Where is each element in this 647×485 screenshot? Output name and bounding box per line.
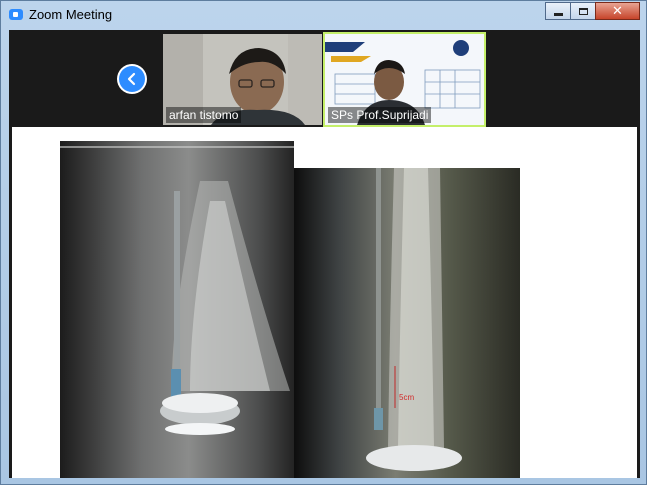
close-icon: ✕: [612, 3, 623, 19]
meeting-area: arfan tistomo SPs Prof.Suprijadi 5cm: [9, 30, 640, 478]
bubble-column-photo-2: 5cm: [294, 168, 520, 478]
maximize-button[interactable]: [570, 2, 596, 20]
participant-tile-2[interactable]: SPs Prof.Suprijadi: [323, 32, 486, 127]
participant-strip: arfan tistomo SPs Prof.Suprijadi: [9, 30, 640, 127]
shared-screen: 5cm: [12, 127, 637, 478]
close-button[interactable]: ✕: [595, 2, 640, 20]
chevron-left-icon: [127, 72, 136, 86]
bubble-column-photo-1: [60, 141, 294, 478]
window-controls: ✕: [545, 2, 640, 21]
previous-page-button[interactable]: [117, 64, 147, 94]
participant-name-1: arfan tistomo: [166, 107, 242, 123]
bubble-column-graphic-2: 5cm: [366, 168, 462, 471]
title-bar[interactable]: Zoom Meeting ✕: [1, 1, 646, 29]
minimize-button[interactable]: [545, 2, 571, 20]
scale-annotation: 5cm: [399, 393, 414, 402]
window-title: Zoom Meeting: [29, 7, 113, 22]
participant-name-2: SPs Prof.Suprijadi: [328, 107, 432, 123]
participant-tile-1[interactable]: arfan tistomo: [163, 34, 322, 125]
zoom-window: Zoom Meeting ✕ arfan tistomo SPs Prof.Su…: [0, 0, 647, 485]
minimize-icon: [553, 12, 563, 16]
bubble-column-graphic-1: [60, 146, 294, 435]
zoom-app-icon: [9, 9, 23, 20]
maximize-icon: [578, 7, 588, 15]
